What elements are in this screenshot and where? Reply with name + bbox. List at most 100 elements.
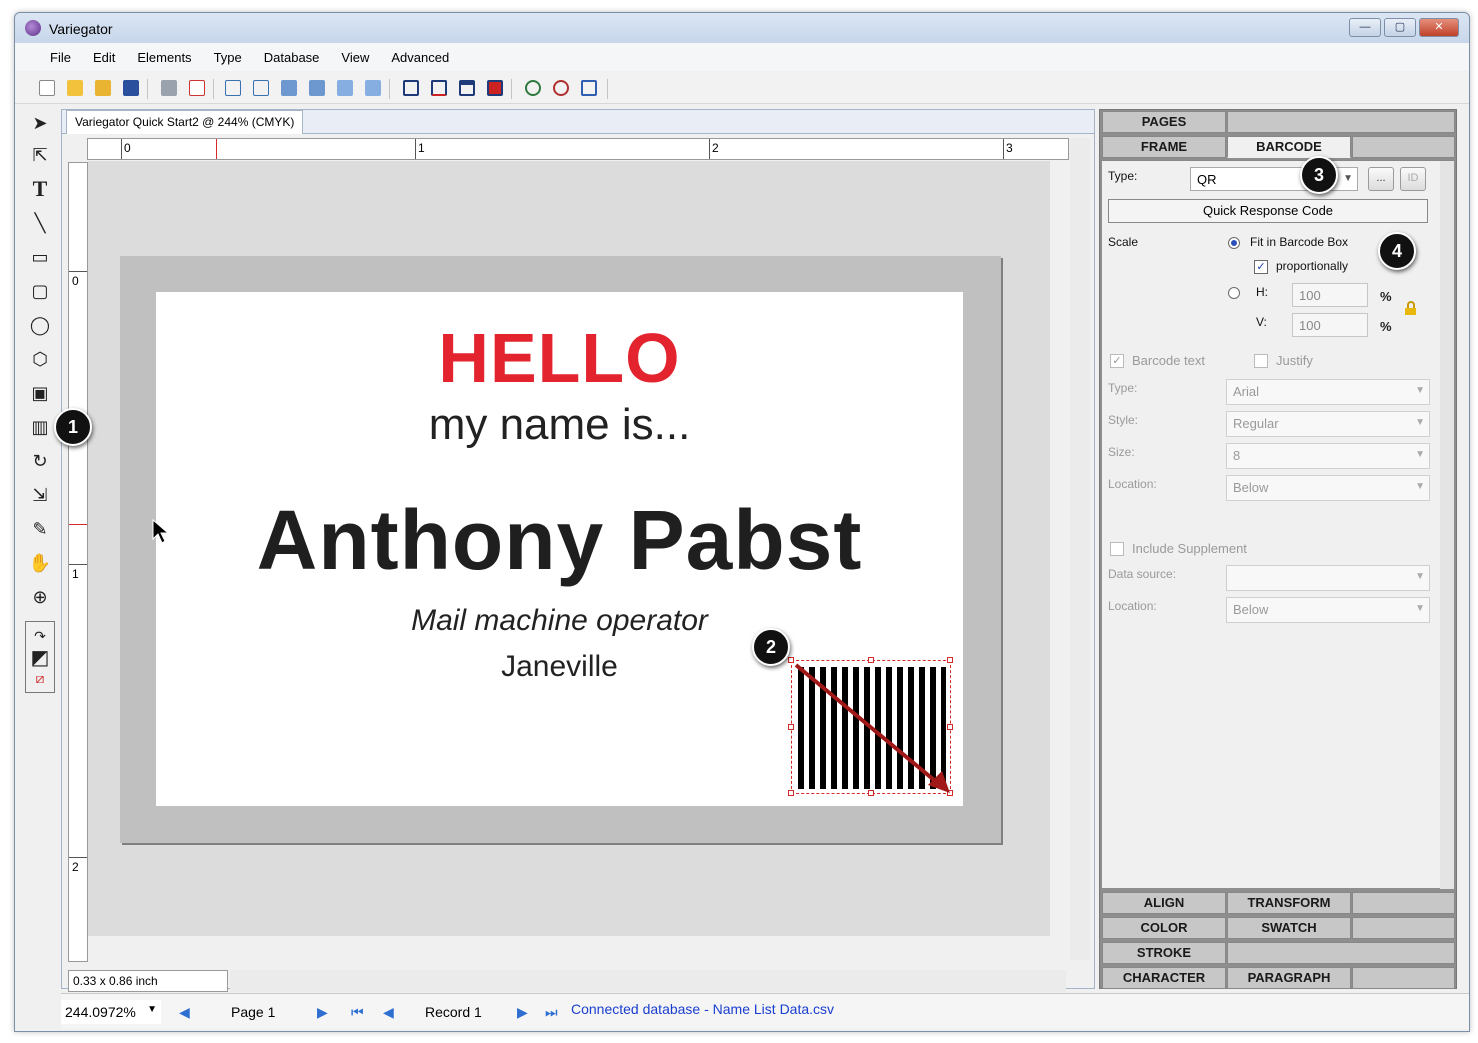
menu-advanced[interactable]: Advanced: [380, 43, 460, 71]
style-select[interactable]: Regular ▼: [1226, 411, 1430, 437]
fit-radio[interactable]: [1228, 237, 1240, 249]
frame-top-icon[interactable]: [457, 78, 477, 98]
next-record-icon[interactable]: ▶: [517, 1004, 528, 1021]
v-scale-input[interactable]: 100: [1292, 313, 1368, 337]
menu-file[interactable]: File: [39, 43, 82, 71]
ruler-label: 3: [1006, 141, 1013, 155]
eyedropper-tool-icon[interactable]: ✎: [25, 515, 55, 543]
tab-swatch[interactable]: SWATCH: [1227, 917, 1351, 939]
send-back-icon[interactable]: [363, 78, 383, 98]
bring-front-icon[interactable]: [335, 78, 355, 98]
zoom-fit-icon[interactable]: [579, 78, 599, 98]
tab-paragraph[interactable]: PARAGRAPH: [1227, 967, 1351, 989]
tab-character[interactable]: CHARACTER: [1102, 967, 1226, 989]
tab-stroke[interactable]: STROKE: [1102, 942, 1226, 964]
chevron-down-icon: ▼: [1415, 417, 1425, 428]
include-supplement-checkbox[interactable]: [1110, 542, 1124, 556]
image-tool-icon[interactable]: ▣: [25, 379, 55, 407]
tab-barcode[interactable]: BARCODE: [1227, 136, 1351, 158]
data-source-select[interactable]: ▼: [1226, 565, 1430, 591]
open-folder-icon[interactable]: [93, 78, 113, 98]
ellipse-tool-icon[interactable]: ◯: [25, 311, 55, 339]
first-record-icon[interactable]: ⏮: [351, 1004, 364, 1021]
align-icon[interactable]: [223, 78, 243, 98]
justify-checkbox[interactable]: [1254, 354, 1268, 368]
location2-select[interactable]: Below ▼: [1226, 597, 1430, 623]
menu-elements[interactable]: Elements: [126, 43, 202, 71]
rounded-rect-tool-icon[interactable]: ▢: [25, 277, 55, 305]
design-canvas[interactable]: HELLO my name is... Anthony Pabst Mail m…: [88, 161, 1050, 936]
next-page-icon[interactable]: ▶: [317, 1004, 328, 1021]
frame-bottom-icon[interactable]: [429, 78, 449, 98]
minimize-button[interactable]: —: [1349, 18, 1381, 37]
select-arrow-icon[interactable]: ➤: [25, 109, 55, 137]
type-label: Type:: [1108, 169, 1138, 183]
rotate-tool-icon[interactable]: ↻: [25, 447, 55, 475]
tab-align[interactable]: ALIGN: [1102, 892, 1226, 914]
zoom-out-icon[interactable]: [551, 78, 571, 98]
menu-view[interactable]: View: [330, 43, 380, 71]
hand-tool-icon[interactable]: ✋: [25, 549, 55, 577]
database-link[interactable]: Connected database - Name List Data.csv: [571, 1001, 834, 1017]
frame-icon[interactable]: [401, 78, 421, 98]
prev-page-icon[interactable]: ◀: [179, 1004, 190, 1021]
save-icon[interactable]: [121, 78, 141, 98]
h-scale-input[interactable]: 100: [1292, 283, 1368, 307]
polygon-tool-icon[interactable]: ⬡: [25, 345, 55, 373]
document-tab[interactable]: Variegator Quick Start2 @ 244% (CMYK): [66, 110, 304, 134]
barcode-text-checkbox[interactable]: ✓: [1110, 354, 1124, 368]
open-icon[interactable]: [65, 78, 85, 98]
status-bar: 244.0972% ▼ ◀ Page 1 ▶ ⏮ ◀ Record 1 ▶ ⏭ …: [61, 993, 1469, 1029]
hello-text[interactable]: HELLO: [156, 318, 963, 398]
distribute-icon[interactable]: [251, 78, 271, 98]
job-title-text[interactable]: Mail machine operator: [156, 604, 963, 638]
text-tool-icon[interactable]: T: [25, 175, 55, 203]
print-icon[interactable]: [159, 78, 179, 98]
ruler-label: 1: [418, 141, 425, 155]
location-select[interactable]: Below ▼: [1226, 475, 1430, 501]
custom-scale-radio[interactable]: [1228, 287, 1240, 299]
person-name-text[interactable]: Anthony Pabst: [156, 492, 963, 589]
more-button[interactable]: ...: [1368, 167, 1394, 191]
id-button[interactable]: ID: [1400, 167, 1426, 191]
scale-tool-icon[interactable]: ⇲: [25, 481, 55, 509]
tab-pages[interactable]: PAGES: [1102, 111, 1226, 133]
pdf-icon[interactable]: [187, 78, 207, 98]
new-icon[interactable]: [37, 78, 57, 98]
lock-icon[interactable]: [1404, 301, 1416, 315]
close-button[interactable]: ✕: [1419, 18, 1459, 37]
send-backward-icon[interactable]: [307, 78, 327, 98]
menu-edit[interactable]: Edit: [82, 43, 126, 71]
last-record-icon[interactable]: ⏭: [545, 1004, 558, 1021]
tab-color[interactable]: COLOR: [1102, 917, 1226, 939]
title-bar[interactable]: Variegator — ▢ ✕: [15, 13, 1469, 43]
panel-scrollbar[interactable]: [1440, 161, 1454, 889]
menu-database[interactable]: Database: [253, 43, 331, 71]
frame-fill-icon[interactable]: [485, 78, 505, 98]
rectangle-tool-icon[interactable]: ▭: [25, 243, 55, 271]
size-readout: 0.33 x 0.86 inch: [68, 970, 228, 992]
fill-stroke-swatch[interactable]: ↷ ◩ ⧄: [25, 621, 55, 693]
menu-type[interactable]: Type: [203, 43, 253, 71]
direct-select-icon[interactable]: ⇱: [25, 141, 55, 169]
maximize-button[interactable]: ▢: [1384, 18, 1416, 37]
font-type-select[interactable]: Arial ▼: [1226, 379, 1430, 405]
bring-forward-icon[interactable]: [279, 78, 299, 98]
tab-frame[interactable]: FRAME: [1102, 136, 1226, 158]
vertical-scrollbar[interactable]: [1070, 138, 1090, 960]
chevron-down-icon: ▼: [1415, 449, 1425, 460]
proportionally-checkbox[interactable]: ✓: [1254, 260, 1268, 274]
size-select[interactable]: 8 ▼: [1226, 443, 1430, 469]
my-name-is-text[interactable]: my name is...: [156, 400, 963, 450]
horizontal-scrollbar[interactable]: [230, 970, 1066, 992]
zoom-in-icon[interactable]: [523, 78, 543, 98]
scale-label: Scale: [1108, 235, 1139, 249]
callout-marker-3: 3: [1300, 156, 1338, 194]
zoom-field[interactable]: 244.0972% ▼: [61, 1000, 161, 1024]
barcode-element[interactable]: [788, 657, 953, 796]
prev-record-icon[interactable]: ◀: [383, 1004, 394, 1021]
line-tool-icon[interactable]: ╲: [25, 209, 55, 237]
zoom-tool-icon[interactable]: ⊕: [25, 583, 55, 611]
barcode-tool-icon[interactable]: ▥: [25, 413, 55, 441]
tab-transform[interactable]: TRANSFORM: [1227, 892, 1351, 914]
